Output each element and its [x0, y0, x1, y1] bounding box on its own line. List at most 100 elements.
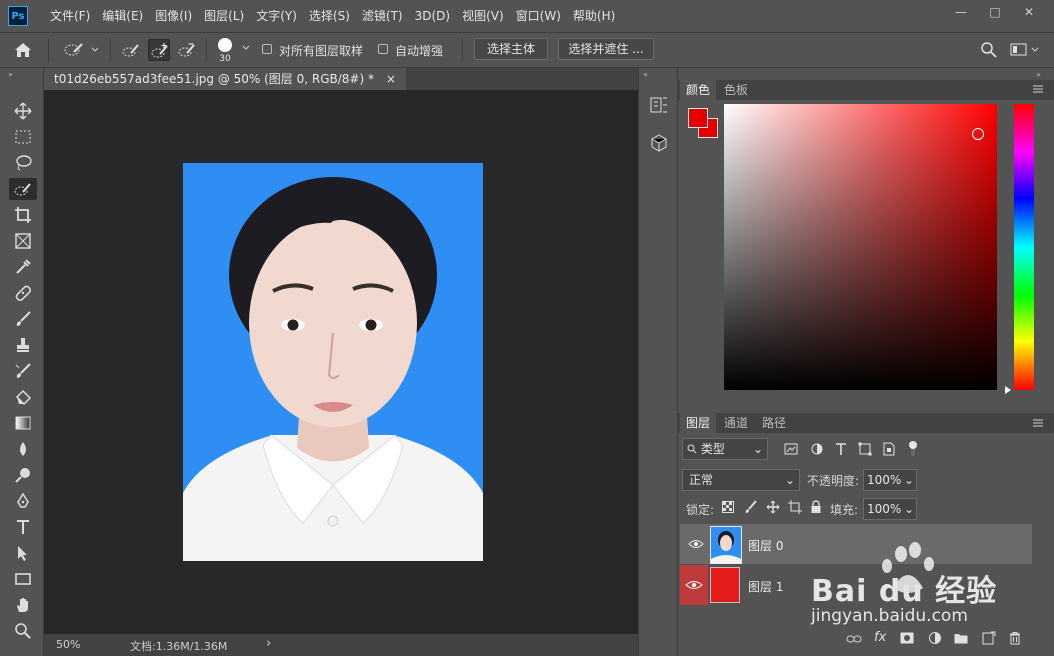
shape-layer-filter-icon[interactable]	[858, 442, 872, 456]
smart-object-filter-icon[interactable]	[882, 442, 896, 456]
collapse-arrows-icon[interactable]: »	[1036, 70, 1041, 79]
eye-toggle-cell[interactable]	[680, 565, 708, 605]
new-layer-icon[interactable]	[982, 631, 996, 648]
add-to-selection-brush-icon[interactable]	[148, 39, 170, 61]
zoom-tool-icon[interactable]	[11, 620, 35, 642]
lock-transparent-pixels-icon[interactable]	[722, 501, 734, 513]
menu-3d[interactable]: 3D(D)	[409, 0, 456, 32]
home-icon[interactable]	[8, 39, 38, 61]
menu-window[interactable]: 窗口(W)	[510, 0, 567, 32]
pixel-layer-filter-icon[interactable]	[784, 442, 798, 456]
document-image-portrait[interactable]	[183, 163, 483, 561]
eraser-tool-icon[interactable]	[11, 386, 35, 408]
menu-file[interactable]: 文件(F)	[44, 0, 96, 32]
healing-brush-tool-icon[interactable]	[11, 282, 35, 304]
panel-menu-icon[interactable]	[1032, 417, 1044, 429]
delete-layer-icon[interactable]	[1008, 631, 1022, 648]
separator	[462, 38, 463, 62]
tool-preset-picker[interactable]	[60, 39, 102, 61]
brush-tool-icon[interactable]	[11, 308, 35, 330]
eye-icon[interactable]	[688, 538, 704, 553]
opacity-label: 不透明度:	[807, 474, 860, 488]
frame-tool-icon[interactable]	[11, 230, 35, 252]
opacity-field[interactable]: 100% ⌄	[863, 469, 917, 491]
menu-help[interactable]: 帮助(H)	[567, 0, 621, 32]
menu-select[interactable]: 选择(S)	[303, 0, 356, 32]
add-mask-icon[interactable]	[900, 632, 914, 647]
hand-tool-icon[interactable]	[11, 594, 35, 616]
color-picker-marker[interactable]	[972, 128, 984, 140]
minimize-button[interactable]: —	[944, 2, 978, 22]
crop-tool-icon[interactable]	[11, 204, 35, 226]
brush-size-picker[interactable]: 30	[216, 36, 252, 66]
type-layer-filter-icon[interactable]	[834, 442, 848, 456]
layer-name[interactable]: 图层 1	[748, 578, 783, 595]
lock-position-icon[interactable]	[766, 500, 780, 514]
select-and-mask-button[interactable]: 选择并遮住 ...	[558, 38, 654, 60]
layer-name[interactable]: 图层 0	[748, 537, 783, 554]
blur-tool-icon[interactable]	[11, 438, 35, 460]
tab-paths[interactable]: 路径	[756, 413, 792, 433]
collapse-toolbar-icon[interactable]: »	[8, 70, 13, 79]
close-window-button[interactable]: ✕	[1012, 2, 1046, 22]
menu-image[interactable]: 图像(I)	[149, 0, 198, 32]
document-tab[interactable]: t01d26eb557ad3fee51.jpg @ 50% (图层 0, RGB…	[44, 68, 406, 90]
collapse-arrows-icon[interactable]: «	[643, 70, 648, 79]
clone-stamp-tool-icon[interactable]	[11, 334, 35, 356]
layer-thumbnail-photo	[710, 526, 742, 564]
pen-tool-icon[interactable]	[11, 490, 35, 512]
select-subject-button[interactable]: 选择主体	[474, 38, 548, 60]
history-brush-tool-icon[interactable]	[11, 360, 35, 382]
menu-bar: Ps 文件(F) 编辑(E) 图像(I) 图层(L) 文字(Y) 选择(S) 滤…	[0, 0, 1054, 33]
new-selection-brush-icon[interactable]	[120, 39, 142, 61]
menu-filter[interactable]: 滤镜(T)	[356, 0, 409, 32]
layer-filter-dropdown[interactable]: 类型 ⌄	[682, 438, 768, 460]
workspace-switcher-icon[interactable]	[1010, 42, 1042, 58]
search-icon[interactable]	[980, 41, 998, 59]
marquee-tool-icon[interactable]	[11, 126, 35, 148]
subtract-selection-brush-icon[interactable]	[176, 39, 198, 61]
gradient-tool-icon[interactable]	[11, 412, 35, 434]
tab-channels[interactable]: 通道	[718, 413, 754, 433]
quick-selection-tool-icon[interactable]	[9, 178, 37, 200]
fx-icon[interactable]: fx	[874, 630, 886, 645]
history-panel-icon[interactable]	[649, 94, 669, 116]
eyedropper-tool-icon[interactable]	[11, 256, 35, 278]
document-tab-bar: t01d26eb557ad3fee51.jpg @ 50% (图层 0, RGB…	[44, 68, 638, 90]
hue-slider[interactable]	[1014, 104, 1034, 390]
menu-view[interactable]: 视图(V)	[456, 0, 510, 32]
blend-mode-dropdown[interactable]: 正常 ⌄	[682, 469, 800, 491]
hue-slider-handle[interactable]	[1004, 383, 1012, 397]
lasso-tool-icon[interactable]	[11, 152, 35, 174]
move-tool-icon[interactable]	[11, 100, 35, 122]
tab-color[interactable]: 颜色	[680, 80, 717, 100]
tab-swatches[interactable]: 色板	[718, 80, 754, 100]
new-adjustment-layer-icon[interactable]	[928, 631, 942, 648]
panel-menu-icon[interactable]	[1032, 83, 1044, 95]
maximize-button[interactable]: □	[978, 2, 1012, 22]
link-layers-icon[interactable]	[846, 633, 862, 648]
fill-field[interactable]: 100% ⌄	[863, 498, 917, 520]
auto-enhance-checkbox[interactable]	[378, 44, 388, 54]
close-tab-icon[interactable]: ×	[386, 72, 396, 86]
lock-all-icon[interactable]	[810, 500, 822, 514]
foreground-color-swatch[interactable]	[688, 108, 708, 128]
lock-image-pixels-icon[interactable]	[744, 500, 758, 514]
tab-layers[interactable]: 图层	[680, 413, 717, 433]
3d-panel-icon[interactable]	[649, 132, 669, 154]
menu-edit[interactable]: 编辑(E)	[96, 0, 149, 32]
dodge-tool-icon[interactable]	[11, 464, 35, 486]
type-tool-icon[interactable]	[11, 516, 35, 538]
new-group-icon[interactable]	[954, 632, 968, 647]
status-menu-arrow[interactable]: ›	[266, 636, 271, 651]
zoom-level[interactable]: 50%	[56, 638, 80, 651]
menu-type[interactable]: 文字(Y)	[250, 0, 303, 32]
lock-artboard-icon[interactable]	[788, 500, 802, 514]
sample-all-layers-checkbox[interactable]	[262, 44, 272, 54]
filter-toggle-switch[interactable]	[908, 440, 918, 458]
menu-layer[interactable]: 图层(L)	[198, 0, 250, 32]
path-selection-tool-icon[interactable]	[11, 542, 35, 564]
adjustment-layer-filter-icon[interactable]	[810, 442, 824, 456]
saturation-brightness-picker[interactable]	[724, 104, 997, 390]
rectangle-tool-icon[interactable]	[11, 568, 35, 590]
